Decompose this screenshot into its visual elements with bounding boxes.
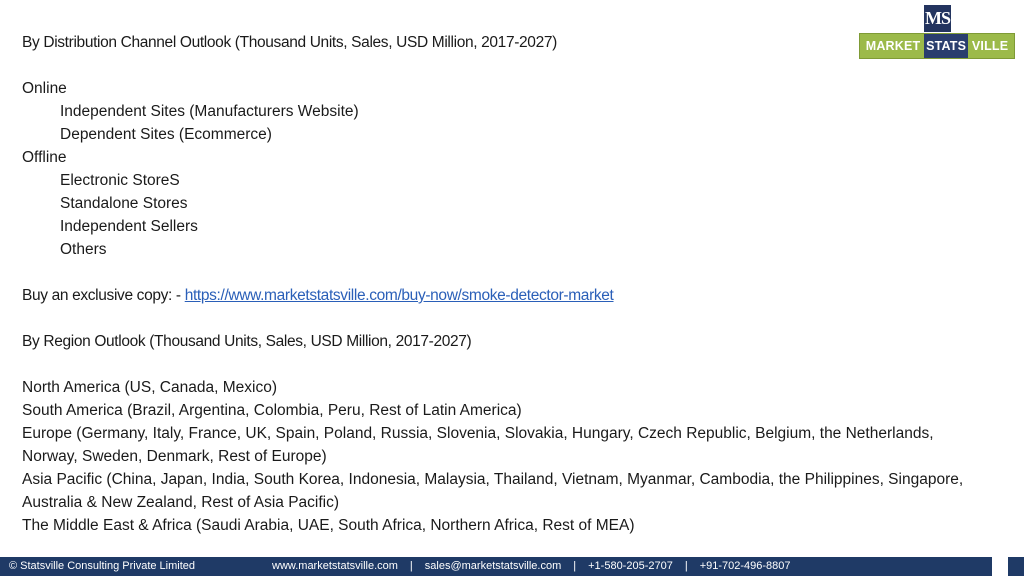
footer-copyright: © Statsville Consulting Private Limited xyxy=(9,560,196,572)
region-heading: By Region Outlook (Thousand Units, Sales… xyxy=(22,333,472,350)
offline-item: Standalone Stores xyxy=(60,195,188,212)
buy-copy-link[interactable]: https://www.marketstatsville.com/buy-now… xyxy=(185,287,614,304)
footer-separator: | xyxy=(409,560,413,572)
online-item: Dependent Sites (Ecommerce) xyxy=(60,126,272,143)
buy-copy-line: Buy an exclusive copy: - https://www.mar… xyxy=(22,284,982,307)
footer-separator: | xyxy=(684,560,688,572)
offline-item: Others xyxy=(60,241,107,258)
footer-website[interactable]: www.marketstatsville.com xyxy=(272,560,398,572)
footer-phone-us: +1-580-205-2707 xyxy=(588,560,673,572)
offline-item: Independent Sellers xyxy=(60,218,198,235)
online-label: Online xyxy=(22,80,67,97)
region-item: North America (US, Canada, Mexico) xyxy=(22,379,277,396)
region-item: Europe (Germany, Italy, France, UK, Spai… xyxy=(22,425,934,465)
channel-heading: By Distribution Channel Outlook (Thousan… xyxy=(22,34,557,51)
footer-bar: © Statsville Consulting Private Limited … xyxy=(0,557,1024,576)
footer-side-block xyxy=(992,557,1008,576)
footer-separator: | xyxy=(573,560,577,572)
online-item: Independent Sites (Manufacturers Website… xyxy=(60,103,359,120)
buy-copy-label: Buy an exclusive copy: - xyxy=(22,287,185,304)
footer-contact: www.marketstatsville.com | sales@marketsta… xyxy=(272,557,791,576)
region-item: Asia Pacific (China, Japan, India, South… xyxy=(22,471,964,511)
offline-item: Electronic StoreS xyxy=(60,172,180,189)
footer-email[interactable]: sales@marketstatsville.com xyxy=(425,560,561,572)
region-item: The Middle East & Africa (Saudi Arabia, … xyxy=(22,517,635,534)
offline-label: Offline xyxy=(22,149,67,166)
footer-phone-in: +91-702-496-8807 xyxy=(699,560,791,572)
logo-mark: MS xyxy=(924,5,951,32)
region-item: South America (Brazil, Argentina, Colomb… xyxy=(22,402,522,419)
slide-content: By Distribution Channel Outlook (Thousan… xyxy=(22,31,982,537)
